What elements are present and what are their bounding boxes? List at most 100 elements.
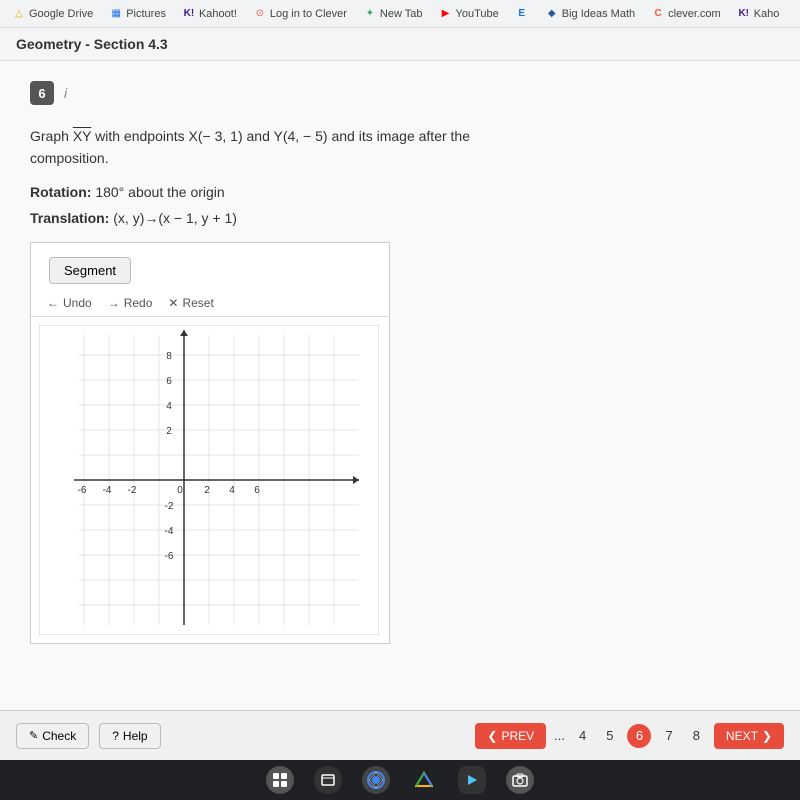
graph-tool: Segment ← Undo → Redo ✕ Reset	[30, 242, 390, 644]
svg-text:-2: -2	[128, 485, 137, 496]
next-button[interactable]: NEXT ❯	[714, 723, 784, 749]
svg-text:0: 0	[177, 485, 183, 496]
bookmark-label: Log in to Clever	[270, 8, 347, 20]
bookmark-label: Kaho	[754, 8, 780, 20]
bookmark-clever-login[interactable]: ⊙ Log in to Clever	[249, 5, 351, 23]
bookmark-clever-com[interactable]: C clever.com	[647, 5, 725, 23]
taskbar-window-icon[interactable]	[314, 766, 342, 794]
bookmark-kaho[interactable]: K! Kaho	[733, 5, 784, 23]
next-chevron-icon: ❯	[762, 729, 772, 743]
segment-name: XY	[73, 128, 91, 144]
prev-label: PREV	[501, 729, 534, 743]
bookmark-label: Google Drive	[29, 8, 93, 20]
redo-arrow-icon: →	[108, 296, 120, 310]
bookmark-label: clever.com	[668, 8, 721, 20]
bookmark-e[interactable]: E	[511, 5, 533, 23]
svg-text:2: 2	[204, 485, 210, 496]
bookmark-label: Pictures	[126, 8, 166, 20]
new-tab-icon: ✦	[363, 7, 377, 21]
svg-text:-4: -4	[103, 485, 112, 496]
question-container: 6 i Graph XY with endpoints X(− 3, 1) an…	[0, 61, 800, 761]
page-6-current[interactable]: 6	[627, 724, 651, 748]
redo-button[interactable]: → Redo	[108, 296, 153, 310]
svg-text:-6: -6	[165, 551, 174, 562]
check-button[interactable]: ✎ Check	[16, 723, 89, 749]
taskbar-drive-icon[interactable]	[410, 766, 438, 794]
bookmark-pictures[interactable]: ▦ Pictures	[105, 5, 170, 23]
page-dots: ...	[554, 728, 565, 743]
rotation-text: Rotation: 180° about the origin	[30, 184, 770, 200]
svg-text:8: 8	[166, 351, 172, 362]
clever-login-icon: ⊙	[253, 7, 267, 21]
graph-toolbar: ← Undo → Redo ✕ Reset	[31, 292, 389, 317]
taskbar-camera-icon[interactable]	[506, 766, 534, 794]
undo-label: Undo	[63, 296, 92, 310]
page-header: Geometry - Section 4.3	[0, 28, 800, 61]
bookmark-label: Big Ideas Math	[562, 8, 635, 20]
help-label: Help	[123, 729, 148, 743]
prev-button[interactable]: ❮ PREV	[475, 723, 546, 749]
page-4[interactable]: 4	[573, 724, 592, 747]
svg-text:6: 6	[166, 376, 172, 387]
translation-label: Translation:	[30, 210, 109, 226]
reset-x-icon: ✕	[168, 296, 178, 310]
prev-chevron-icon: ❮	[487, 729, 497, 743]
bookmark-label: New Tab	[380, 8, 423, 20]
svg-text:-6: -6	[78, 485, 87, 496]
bookmark-label: YouTube	[456, 8, 499, 20]
bookmark-youtube[interactable]: ▶ YouTube	[435, 5, 503, 23]
taskbar-grid-icon[interactable]	[266, 766, 294, 794]
question-number: 6	[30, 81, 54, 105]
clever-com-icon: C	[651, 7, 665, 21]
undo-arrow-icon: ←	[47, 296, 59, 310]
page-title: Geometry - Section 4.3	[16, 36, 168, 52]
segment-button[interactable]: Segment	[49, 257, 131, 284]
svg-text:2: 2	[166, 426, 172, 437]
bookmark-label: Kahoot!	[199, 8, 237, 20]
svg-text:-4: -4	[165, 526, 174, 537]
reset-label: Reset	[182, 296, 213, 310]
google-drive-icon: △	[12, 7, 26, 21]
redo-label: Redo	[124, 296, 153, 310]
help-button[interactable]: ? Help	[99, 723, 160, 749]
next-label: NEXT	[726, 729, 758, 743]
translation-value: (x, y)→(x − 1, y + 1)	[113, 210, 237, 226]
question-number-row: 6 i	[30, 81, 770, 105]
question-text: Graph XY with endpoints X(− 3, 1) and Y(…	[30, 125, 530, 170]
check-label: Check	[42, 729, 76, 743]
pictures-icon: ▦	[109, 7, 123, 21]
rotation-label: Rotation:	[30, 184, 91, 200]
taskbar-play-icon[interactable]	[458, 766, 486, 794]
bookmark-kahoot[interactable]: K! Kahoot!	[178, 5, 241, 23]
svg-text:6: 6	[254, 485, 260, 496]
check-icon: ✎	[29, 729, 38, 742]
taskbar	[0, 760, 800, 800]
pagination: ❮ PREV ... 4 5 6 7 8 NEXT ❯	[475, 723, 784, 749]
svg-text:4: 4	[166, 401, 172, 412]
bookmark-big-ideas[interactable]: ◆ Big Ideas Math	[541, 5, 639, 23]
graph-area[interactable]: -6 -4 -2 0 2 4 6 8 6 4 2 -2 -4	[31, 317, 389, 643]
big-ideas-icon: ◆	[545, 7, 559, 21]
footer-left: ✎ Check ? Help	[16, 723, 161, 749]
info-icon: i	[64, 85, 67, 101]
rotation-value: 180° about the origin	[95, 184, 224, 200]
youtube-icon: ▶	[439, 7, 453, 21]
kaho-icon: K!	[737, 7, 751, 21]
bookmarks-bar: △ Google Drive ▦ Pictures K! Kahoot! ⊙ L…	[0, 0, 800, 28]
translation-text: Translation: (x, y)→(x − 1, y + 1)	[30, 210, 770, 226]
bookmark-google-drive[interactable]: △ Google Drive	[8, 5, 97, 23]
svg-text:-2: -2	[165, 501, 174, 512]
page-5[interactable]: 5	[600, 724, 619, 747]
taskbar-chrome-icon[interactable]	[362, 766, 390, 794]
svg-text:4: 4	[229, 485, 235, 496]
reset-button[interactable]: ✕ Reset	[168, 296, 213, 310]
page-7[interactable]: 7	[659, 724, 678, 747]
undo-button[interactable]: ← Undo	[47, 296, 92, 310]
e-icon: E	[515, 7, 529, 21]
coordinate-graph[interactable]: -6 -4 -2 0 2 4 6 8 6 4 2 -2 -4	[39, 325, 379, 635]
footer-bar: ✎ Check ? Help ❮ PREV ... 4 5 6 7 8 NEXT…	[0, 710, 800, 760]
page-8[interactable]: 8	[687, 724, 706, 747]
help-icon: ?	[112, 729, 119, 743]
kahoot-icon: K!	[182, 7, 196, 21]
bookmark-new-tab[interactable]: ✦ New Tab	[359, 5, 427, 23]
